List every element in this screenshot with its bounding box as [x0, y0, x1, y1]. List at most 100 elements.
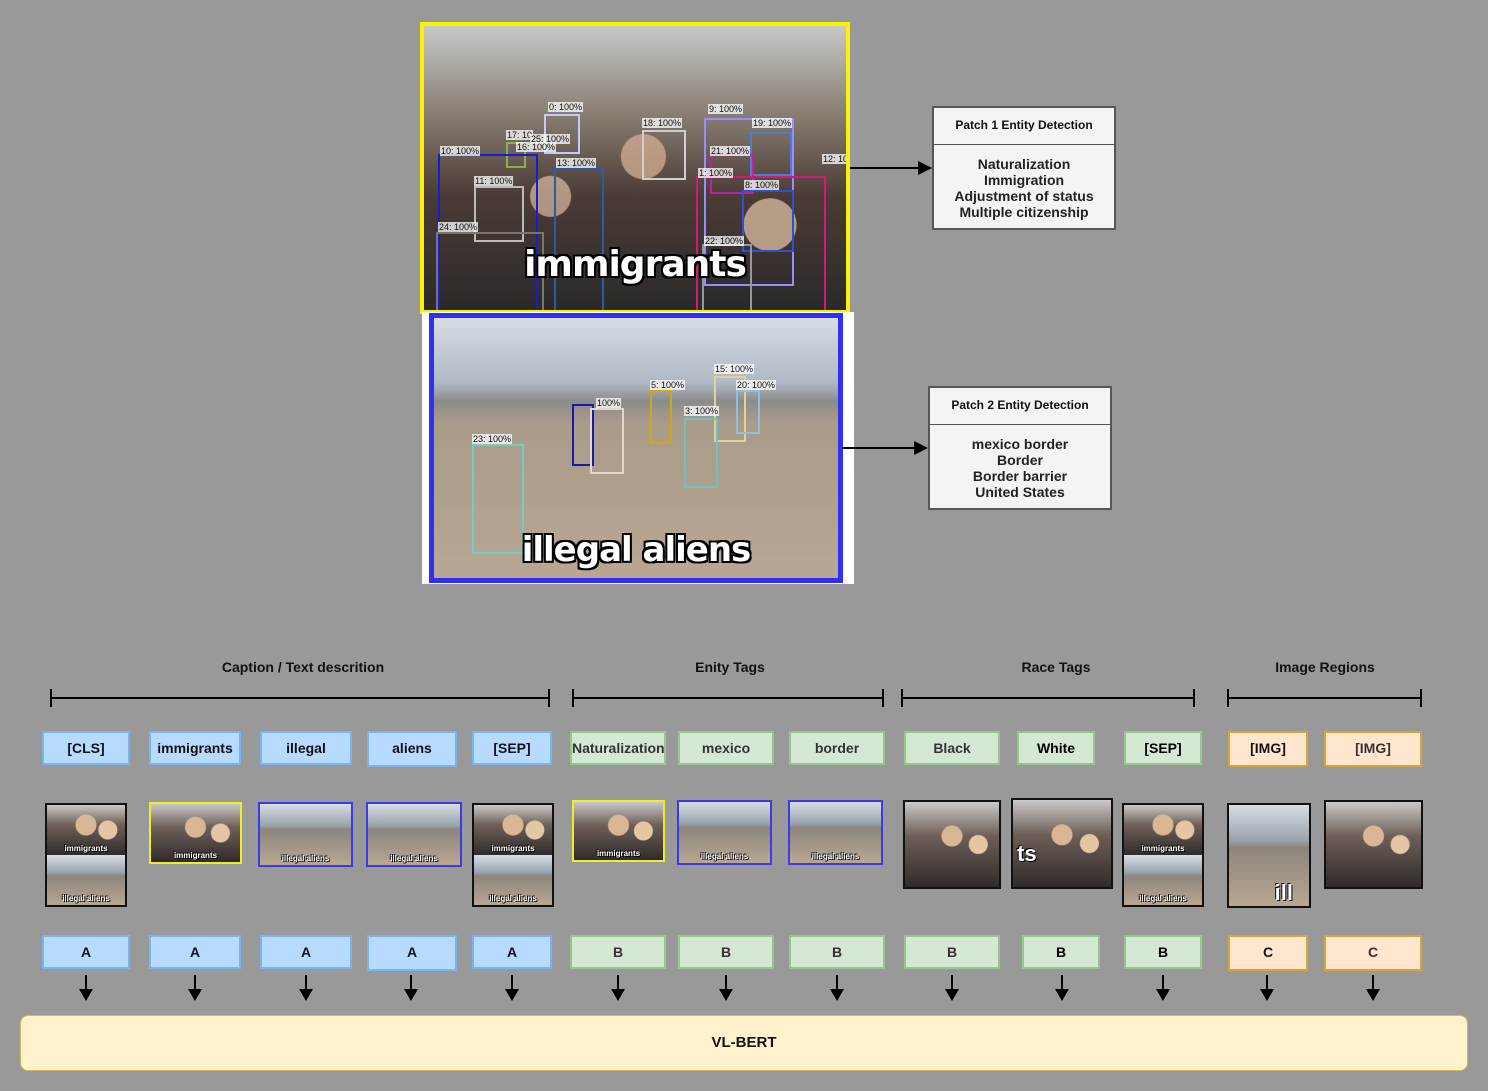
token-img: [IMG]	[1228, 731, 1308, 767]
down-arrow	[505, 975, 519, 1001]
detection-label: 16: 100%	[516, 142, 557, 152]
detection-label: 12: 10	[822, 154, 849, 164]
thumb-caption: illegal aliens	[62, 894, 110, 903]
down-arrow	[1366, 975, 1380, 1001]
thumb-patch1: immigrants	[572, 800, 665, 862]
arrow-to-entity-box	[842, 447, 916, 449]
token-naturalization: Naturalization	[570, 731, 666, 765]
token-aliens: aliens	[367, 731, 457, 767]
patch2-entity-box: Patch 2 Entity Detection mexico border B…	[928, 386, 1112, 510]
thumb-caption: immigrants	[491, 844, 535, 853]
detection-box	[736, 390, 760, 434]
thumb-caption: illegal aliens	[1139, 894, 1187, 903]
detection-label: 23: 100%	[472, 434, 513, 444]
entity-item: Border barrier	[972, 468, 1068, 484]
thumb-region-face	[1324, 800, 1423, 889]
entity-item: mexico border	[971, 436, 1069, 452]
detection-label: 11: 100%	[474, 176, 514, 186]
segment-a: A	[42, 935, 130, 969]
detection-box	[650, 390, 672, 444]
segment-b: B	[570, 935, 666, 969]
segment-b: B	[678, 935, 774, 969]
patch1-entity-box: Patch 1 Entity Detection Naturalization …	[932, 106, 1116, 230]
thumb-full-meme: immigrants illegal aliens	[472, 803, 554, 907]
segment-a: A	[367, 935, 457, 971]
detection-label: 8: 100%	[744, 180, 780, 190]
detection-box	[742, 190, 794, 252]
token-sep-b: [SEP]	[1124, 731, 1202, 765]
token-immigrants: immigrants	[149, 731, 241, 765]
detection-label: 21: 100%	[710, 146, 751, 156]
segment-a: A	[149, 935, 241, 969]
thumb-region-white: ts	[1011, 798, 1113, 889]
arrow-head	[918, 161, 932, 175]
patch2-caption: illegal aliens	[521, 530, 752, 570]
thumb-caption: immigrants	[1141, 844, 1185, 853]
thumb-caption: illegal aliens	[281, 854, 330, 863]
thumb-patch2: illegal aliens	[677, 800, 772, 865]
detection-label: 15: 100%	[714, 364, 755, 374]
detection-label: 17: 10	[506, 130, 534, 140]
thumb-patch2: illegal aliens	[366, 802, 462, 867]
detection-box	[750, 132, 792, 176]
entity-box-title: Patch 2 Entity Detection	[930, 388, 1110, 425]
bracket-image	[1227, 689, 1422, 707]
entity-item: Immigration	[983, 172, 1065, 188]
detection-label: 10: 100%	[440, 146, 481, 156]
bracket-race	[901, 689, 1195, 707]
detection-box	[684, 418, 718, 488]
thumb-caption: ill	[1274, 880, 1293, 905]
thumb-patch2: illegal aliens	[258, 802, 353, 867]
detection-label: 0: 100%	[548, 102, 584, 112]
detection-label: 9: 100%	[708, 104, 744, 114]
thumb-full-meme: immigrants illegal aliens	[1122, 803, 1204, 907]
down-arrow	[1156, 975, 1170, 1001]
segment-c: C	[1324, 935, 1422, 971]
token-border: border	[789, 731, 885, 765]
thumb-caption: immigrants	[173, 851, 218, 860]
segment-b: B	[1124, 935, 1202, 969]
thumb-caption: ts	[1017, 841, 1037, 866]
down-arrow	[719, 975, 733, 1001]
entity-item: Naturalization	[977, 156, 1071, 172]
down-arrow	[830, 975, 844, 1001]
bracket-caption	[50, 689, 550, 707]
thumb-region-person: ill	[1227, 803, 1311, 908]
thumb-caption: immigrants	[64, 844, 108, 853]
thumb-caption: illegal aliens	[811, 852, 860, 861]
group-title-entity: Enity Tags	[695, 659, 765, 675]
detection-label: 1: 100%	[698, 168, 734, 178]
down-arrow	[945, 975, 959, 1001]
thumb-patch1: immigrants	[149, 802, 242, 864]
down-arrow	[1055, 975, 1069, 1001]
detection-label: 18: 100%	[642, 118, 683, 128]
group-title-caption: Caption / Text descrition	[221, 659, 385, 675]
arrow-head	[914, 441, 928, 455]
entity-item: United States	[975, 484, 1065, 500]
thumb-caption: immigrants	[596, 849, 641, 858]
thumb-caption: illegal aliens	[700, 852, 749, 861]
detection-label: 100%	[596, 398, 622, 408]
patch1-caption: immigrants	[524, 244, 747, 285]
segment-c: C	[1228, 935, 1308, 971]
detection-box	[590, 408, 624, 474]
detection-label: 3: 100%	[684, 406, 720, 416]
patch2-image: 15: 100% 5: 100% 20: 100% 100% 3: 100% 2…	[422, 312, 854, 584]
entity-box-title: Patch 1 Entity Detection	[934, 108, 1114, 145]
detection-label: 5: 100%	[650, 380, 686, 390]
detection-label: 24: 100%	[438, 222, 479, 232]
detection-label: 19: 100%	[752, 118, 793, 128]
segment-a: A	[260, 935, 352, 969]
down-arrow	[79, 975, 93, 1001]
segment-b: B	[904, 935, 1000, 969]
entity-item: Border	[997, 452, 1043, 468]
token-sep-a: [SEP]	[472, 731, 552, 765]
entity-item: Adjustment of status	[954, 188, 1094, 204]
thumb-full-meme: immigrants illegal aliens	[45, 803, 127, 907]
down-arrow	[1260, 975, 1274, 1001]
entity-item: Multiple citizenship	[959, 204, 1089, 220]
detection-label: 13: 100%	[556, 158, 597, 168]
detection-label: 20: 100%	[736, 380, 777, 390]
down-arrow	[611, 975, 625, 1001]
token-mexico: mexico	[678, 731, 774, 765]
